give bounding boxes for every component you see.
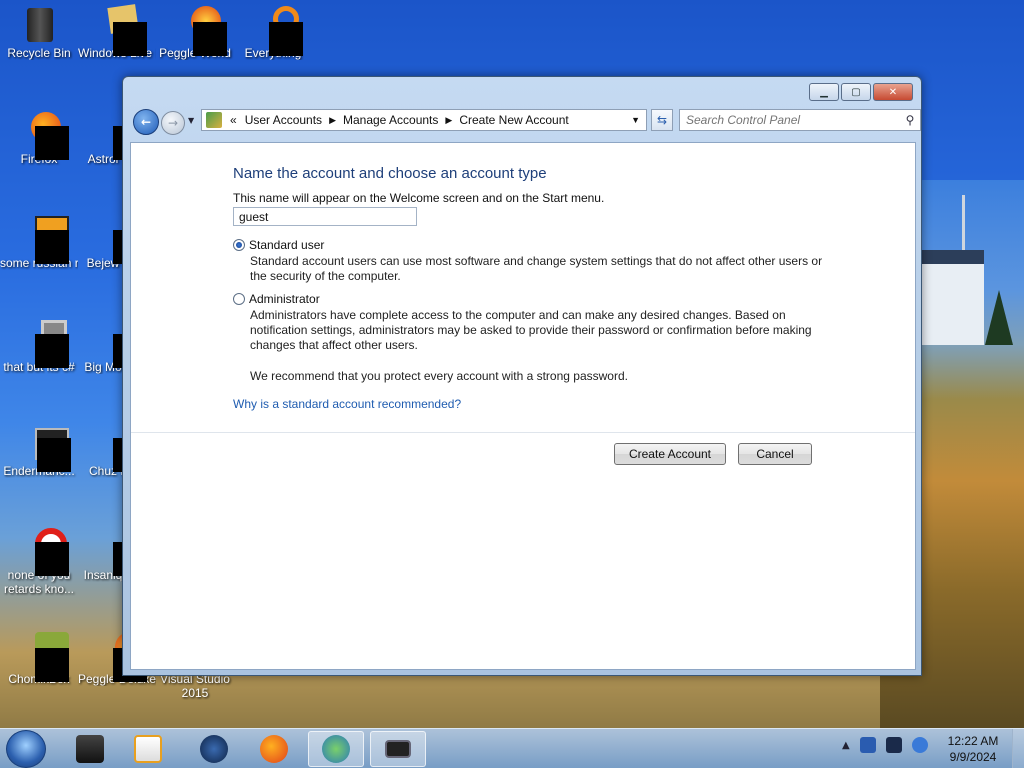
volume-icon[interactable]	[911, 737, 928, 753]
window-controls: ▁ ▢ ✕	[809, 83, 913, 101]
standard-account-help-link[interactable]: Why is a standard account recommended?	[233, 397, 461, 411]
taskbar-media-player[interactable]	[120, 731, 176, 767]
taskbar-browser[interactable]	[186, 731, 242, 767]
wallpaper-house	[920, 250, 984, 345]
show-desktop-button[interactable]	[1012, 729, 1024, 768]
address-bar[interactable]: « User Accounts ▶ Manage Accounts ▶ Crea…	[201, 109, 647, 131]
standard-user-radio[interactable]	[233, 239, 245, 251]
desktop-icon-firefox[interactable]: Firefox	[0, 112, 78, 166]
app-icon	[21, 216, 69, 264]
refresh-icon: ⇆	[656, 113, 668, 127]
search-box[interactable]: ⚲	[679, 109, 921, 131]
navigation-bar: ← → ▼ « User Accounts ▶ Manage Accounts …	[131, 107, 921, 135]
chevron-right-icon[interactable]: ▶	[326, 115, 339, 126]
password-recommendation: We recommend that you protect every acco…	[250, 369, 628, 383]
taskbar-app-1[interactable]	[62, 731, 118, 767]
start-button[interactable]	[6, 730, 46, 768]
taskbar-download-manager[interactable]	[308, 731, 364, 767]
desktop-icon-endermanc[interactable]: Endermanc...	[0, 424, 78, 478]
desktop-icon-none-of-you[interactable]: none of you retards kno...	[0, 528, 78, 596]
desktop-icon-some-russian[interactable]: some russian ran a rat	[0, 216, 78, 270]
desktop-icon-recycle-bin[interactable]: Recycle Bin	[0, 6, 78, 60]
minimize-icon: ▁	[820, 86, 828, 98]
chomikbox-icon	[21, 632, 69, 682]
system-tray: ▲	[842, 737, 928, 753]
everything-search-icon	[255, 6, 303, 56]
account-name-input[interactable]	[233, 207, 417, 226]
back-button[interactable]: ←	[133, 109, 159, 135]
close-button[interactable]: ✕	[873, 83, 913, 101]
firefox-icon	[260, 735, 288, 763]
clock-date: 9/9/2024	[949, 750, 997, 764]
breadcrumb-create-new-account[interactable]: Create New Account	[455, 113, 572, 127]
recycle-bin-icon	[21, 6, 57, 42]
close-icon: ✕	[888, 86, 898, 98]
clock-time: 12:22 AM	[947, 734, 999, 748]
chevron-right-icon[interactable]: ▶	[442, 115, 455, 126]
standard-user-option[interactable]: Standard user	[233, 238, 324, 252]
administrator-description: Administrators have complete access to t…	[250, 308, 812, 352]
maximize-icon: ▢	[851, 86, 861, 98]
app-icon	[21, 320, 69, 368]
standard-user-description: Standard account users can use most soft…	[250, 254, 823, 283]
app-icon	[76, 735, 104, 763]
control-panel-icon	[206, 112, 222, 128]
opera-icon	[21, 528, 69, 576]
search-input[interactable]	[680, 111, 900, 129]
peggle-world-icon	[177, 6, 227, 56]
taskbar-control-panel[interactable]	[370, 731, 426, 767]
browser-icon	[200, 735, 228, 763]
taskbar-firefox[interactable]	[246, 731, 302, 767]
app-icon	[21, 424, 71, 472]
divider	[131, 432, 915, 433]
cancel-button[interactable]: Cancel	[738, 443, 812, 465]
firefox-icon	[21, 112, 69, 160]
clock[interactable]: 12:22 AM 9/9/2024	[938, 733, 1008, 765]
maximize-button[interactable]: ▢	[841, 83, 871, 101]
chevron-down-icon[interactable]: ▼	[631, 115, 646, 125]
forward-button[interactable]: →	[161, 111, 185, 135]
create-account-window: ▁ ▢ ✕ ← → ▼ « User Accounts ▶ Manage Acc…	[122, 76, 922, 676]
wallpaper-tree	[985, 290, 1013, 345]
standard-user-label[interactable]: Standard user	[249, 238, 324, 252]
content-panel: Name the account and choose an account t…	[130, 142, 916, 670]
media-player-icon	[134, 735, 162, 763]
windows-live-mail-icon	[99, 4, 147, 56]
administrator-radio[interactable]	[233, 293, 245, 305]
name-description: This name will appear on the Welcome scr…	[233, 191, 605, 205]
show-hidden-icons-button[interactable]: ▲	[842, 740, 850, 751]
minimize-button[interactable]: ▁	[809, 83, 839, 101]
administrator-label[interactable]: Administrator	[249, 292, 320, 306]
forward-arrow-icon: →	[167, 116, 179, 130]
page-title: Name the account and choose an account t…	[233, 165, 547, 182]
network-icon[interactable]	[859, 737, 876, 753]
breadcrumb-user-accounts[interactable]: User Accounts	[241, 113, 326, 127]
breadcrumb-manage-accounts[interactable]: Manage Accounts	[339, 113, 442, 127]
desktop-icon-windows-live-mail[interactable]: Windows Live Ma	[78, 4, 156, 60]
create-account-button[interactable]: Create Account	[614, 443, 726, 465]
desktop-icon-chomikbox[interactable]: ChomikBox	[0, 632, 78, 686]
display-icon[interactable]	[885, 737, 902, 753]
internet-download-manager-icon	[322, 735, 350, 763]
desktop-icon-that-but-csharp[interactable]: that but its c#	[0, 320, 78, 374]
recent-pages-dropdown[interactable]: ▼	[188, 116, 194, 125]
desktop-icon-everything[interactable]: Everything	[234, 6, 312, 60]
back-arrow-icon: ←	[140, 115, 152, 129]
refresh-button[interactable]: ⇆	[651, 109, 673, 131]
administrator-option[interactable]: Administrator	[233, 292, 320, 306]
search-icon[interactable]: ⚲	[900, 113, 920, 127]
control-panel-icon	[385, 740, 411, 758]
breadcrumb-overflow[interactable]: «	[226, 113, 241, 127]
taskbar: ▲ 12:22 AM 9/9/2024	[0, 728, 1024, 768]
desktop-icon-peggle-world[interactable]: Peggle World	[156, 6, 234, 60]
